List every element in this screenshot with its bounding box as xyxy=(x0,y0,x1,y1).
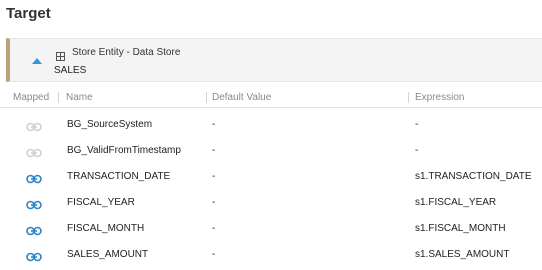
table-row[interactable]: BG_SourceSystem - - xyxy=(0,112,542,138)
cell-expression: s1.SALES_AMOUNT xyxy=(415,249,510,260)
cell-name: FISCAL_YEAR xyxy=(67,197,135,208)
column-header-expression[interactable]: Expression xyxy=(415,92,464,103)
cell-expression: - xyxy=(415,145,419,156)
table-row[interactable]: TRANSACTION_DATE - s1.TRANSACTION_DATE xyxy=(0,164,542,190)
cell-expression: s1.TRANSACTION_DATE xyxy=(415,171,532,182)
entity-name: SALES xyxy=(54,65,87,76)
cell-name: TRANSACTION_DATE xyxy=(67,171,171,182)
link-icon xyxy=(26,171,42,184)
entity-type-label: Store Entity - Data Store xyxy=(72,47,181,58)
cell-default-value: - xyxy=(212,171,216,182)
link-icon xyxy=(26,197,42,210)
cell-expression: s1.FISCAL_YEAR xyxy=(415,197,497,208)
column-header-default-value[interactable]: Default Value xyxy=(212,92,271,103)
chevron-up-icon[interactable] xyxy=(31,56,43,66)
table-row[interactable]: FISCAL_MONTH - s1.FISCAL_MONTH xyxy=(0,216,542,242)
cell-name: SALES_AMOUNT xyxy=(67,249,149,260)
table-header: Mapped Name Default Value Expression xyxy=(0,88,542,108)
table-row[interactable]: SALES_AMOUNT - s1.SALES_AMOUNT xyxy=(0,242,542,268)
entity-card: Store Entity - Data Store SALES xyxy=(6,38,542,82)
link-icon xyxy=(26,223,42,236)
table-row[interactable]: FISCAL_YEAR - s1.FISCAL_YEAR xyxy=(0,190,542,216)
cell-name: FISCAL_MONTH xyxy=(67,223,145,234)
cell-default-value: - xyxy=(212,145,216,156)
column-separator xyxy=(206,92,207,103)
cell-expression: s1.FISCAL_MONTH xyxy=(415,223,506,234)
link-icon xyxy=(26,249,42,262)
column-header-mapped[interactable]: Mapped xyxy=(13,92,49,103)
cell-expression: - xyxy=(415,119,419,130)
column-header-name[interactable]: Name xyxy=(66,92,93,103)
cell-default-value: - xyxy=(212,197,216,208)
cell-name: BG_ValidFromTimestamp xyxy=(67,145,181,156)
column-separator xyxy=(58,92,59,103)
cell-name: BG_SourceSystem xyxy=(67,119,153,130)
column-separator xyxy=(408,92,409,103)
cell-default-value: - xyxy=(212,223,216,234)
cell-default-value: - xyxy=(212,119,216,130)
table-row[interactable]: BG_ValidFromTimestamp - - xyxy=(0,138,542,164)
table-icon xyxy=(56,48,65,61)
page-title: Target xyxy=(6,5,51,22)
link-icon xyxy=(26,119,42,132)
cell-default-value: - xyxy=(212,249,216,260)
link-icon xyxy=(26,145,42,158)
